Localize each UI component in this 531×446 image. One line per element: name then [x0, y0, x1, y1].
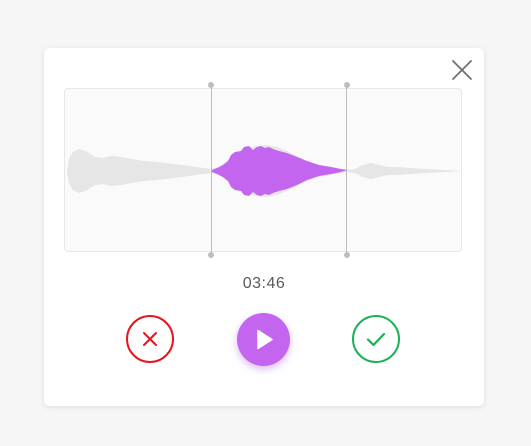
cancel-button[interactable] — [126, 315, 174, 363]
trim-audio-dialog: 03:46 — [44, 48, 484, 406]
waveform-selected — [212, 146, 348, 196]
play-icon — [257, 329, 273, 350]
play-button[interactable] — [237, 313, 290, 366]
close-icon — [452, 60, 472, 80]
trim-end-handle-line — [346, 85, 348, 255]
trim-end-handle[interactable] — [343, 82, 351, 258]
trim-end-handle-bottom-knob[interactable] — [343, 252, 350, 258]
trim-start-handle[interactable] — [207, 82, 215, 258]
waveform-panel[interactable] — [64, 88, 462, 252]
trim-start-handle-line — [210, 85, 212, 255]
playback-time: 03:46 — [242, 275, 286, 292]
waveform — [67, 145, 461, 197]
checkmark-icon — [366, 332, 386, 347]
confirm-button[interactable] — [352, 315, 400, 363]
close-button[interactable] — [450, 58, 474, 82]
x-icon — [143, 332, 157, 346]
trim-start-handle-bottom-knob[interactable] — [208, 252, 215, 258]
